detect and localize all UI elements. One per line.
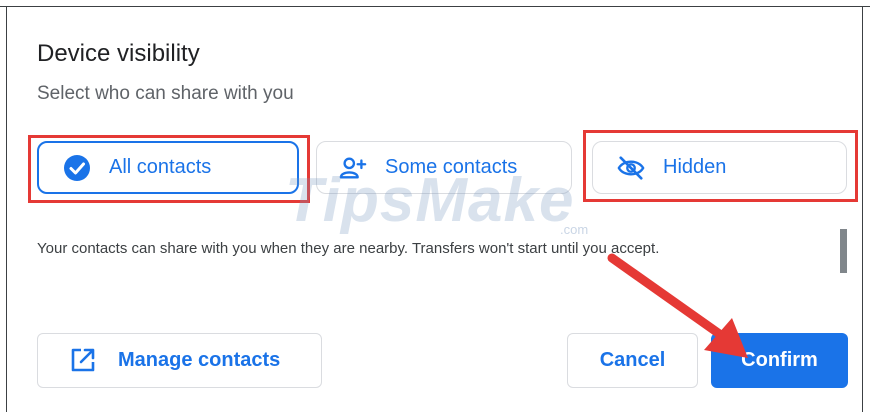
manage-contacts-label: Manage contacts [118, 349, 281, 371]
dialog-subtitle: Select who can share with you [37, 83, 294, 104]
window-top-border [0, 6, 870, 7]
scrollbar[interactable] [840, 229, 847, 273]
dialog-title: Device visibility [37, 40, 200, 67]
visibility-description: Your contacts can share with you when th… [37, 240, 660, 257]
cancel-button[interactable]: Cancel [567, 333, 698, 388]
confirm-button[interactable]: Confirm [711, 333, 848, 388]
watermark: TipsMake [285, 166, 575, 235]
eye-off-icon [617, 154, 645, 182]
option-all-contacts-label: All contacts [109, 156, 212, 178]
manage-contacts-button[interactable]: Manage contacts [37, 333, 322, 388]
window-left-border [6, 6, 7, 412]
check-circle-icon [63, 154, 91, 182]
open-in-new-icon [70, 347, 98, 375]
option-hidden-label: Hidden [663, 156, 727, 178]
window-right-border [862, 6, 863, 412]
option-hidden[interactable]: Hidden [592, 141, 847, 194]
option-all-contacts[interactable]: All contacts [37, 141, 299, 194]
